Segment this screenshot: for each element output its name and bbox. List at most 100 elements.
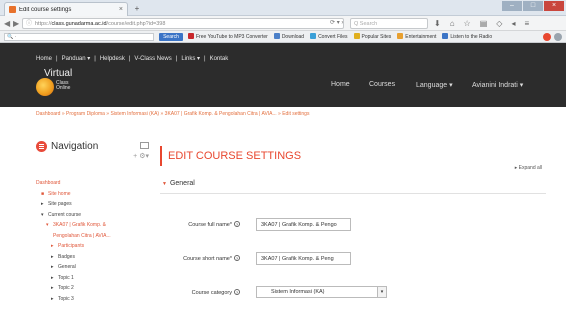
navigation-menu-icon bbox=[36, 141, 47, 152]
field-label-text: Course category bbox=[191, 290, 232, 296]
toolbar-item[interactable]: Download bbox=[273, 33, 304, 41]
minimize-button[interactable]: – bbox=[502, 1, 522, 11]
site-info-icon[interactable]: ⓘ bbox=[26, 21, 32, 27]
menu-separator: | bbox=[128, 56, 131, 62]
top-menu-item[interactable]: Panduan ▾ bbox=[62, 56, 91, 62]
site-logo[interactable]: Virtual Class Online bbox=[36, 68, 96, 98]
toolbar-search-input[interactable]: 🔍 · bbox=[4, 33, 154, 41]
download-icon[interactable]: ⬇ bbox=[434, 18, 441, 29]
help-icon[interactable]: ? bbox=[234, 255, 240, 261]
nav-home-link[interactable]: Home bbox=[331, 81, 350, 88]
bookmark-star-icon[interactable]: ☆ bbox=[464, 18, 471, 29]
nav-tree-item[interactable]: ■ Site home bbox=[36, 189, 153, 200]
nav-language-menu[interactable]: Language ▾ bbox=[416, 81, 453, 89]
dropdown-arrow-icon[interactable]: ▾ bbox=[377, 287, 386, 297]
collapsed-arrow-icon: ▸ bbox=[51, 295, 54, 302]
forward-arrow-icon[interactable]: ▶ bbox=[13, 18, 19, 29]
back-arrow-icon[interactable]: ◀ bbox=[4, 18, 10, 29]
nav-tree-label: Participants bbox=[58, 243, 85, 249]
bullet-icon: ■ bbox=[41, 190, 45, 197]
browser-tab[interactable]: Edit course settings × bbox=[4, 2, 128, 16]
toolbar-item-icon bbox=[310, 33, 317, 39]
nav-tree-item[interactable]: Dashboard bbox=[36, 178, 153, 189]
toolbar-item[interactable]: Convert Files bbox=[310, 33, 348, 41]
red-circle-icon[interactable] bbox=[543, 33, 551, 41]
toolbar-search-button[interactable]: Search bbox=[159, 33, 183, 41]
window-controls: – □ × bbox=[502, 1, 564, 11]
nav-tree-item[interactable]: Pengolahan Citra | AVIA... bbox=[36, 231, 153, 242]
nav-tree-item[interactable]: ▾ Current course bbox=[36, 210, 153, 221]
navigation-tree: Dashboard ■ Site home ▸ Site pages ▾ Current c… bbox=[36, 178, 153, 304]
nav-tree-label: Topic 3 bbox=[58, 295, 74, 302]
nav-courses-link[interactable]: Courses bbox=[369, 81, 395, 88]
toolbar-item-label: Convert Files bbox=[318, 34, 348, 40]
toolbar-item[interactable]: Free YouTube to MP3 Converter bbox=[188, 33, 268, 41]
nav-tree-label: Dashboard bbox=[36, 180, 61, 186]
toolbar-item-label: Popular Sites bbox=[361, 34, 392, 40]
new-tab-button[interactable]: + bbox=[132, 5, 142, 14]
nav-tree-item[interactable]: ▸ Site pages bbox=[36, 199, 153, 210]
top-menu-item[interactable]: Helpdesk bbox=[100, 56, 125, 62]
menu-icon[interactable]: ≡ bbox=[524, 18, 529, 29]
collapsed-arrow-icon: ▸ bbox=[41, 201, 44, 207]
home-icon[interactable]: ⌂ bbox=[450, 18, 455, 29]
collapsed-arrow-icon: ▸ bbox=[51, 253, 54, 260]
expand-all-link[interactable]: ▸ Expand all bbox=[515, 165, 542, 171]
nav-tree-item[interactable]: ▸ Participants bbox=[36, 241, 153, 252]
nav-tree-label: Topic 2 bbox=[58, 285, 74, 291]
toolbar-item[interactable]: Listen to the Radio bbox=[442, 33, 492, 41]
toolbar-item-icon bbox=[397, 33, 404, 39]
library-icon[interactable]: ▤ bbox=[480, 18, 488, 29]
menu-separator: | bbox=[175, 56, 178, 62]
help-icon[interactable]: ? bbox=[234, 221, 240, 227]
section-divider bbox=[160, 174, 546, 194]
top-menu-item[interactable]: Kontak bbox=[210, 56, 229, 62]
nav-tree-item[interactable]: ▸ Badges bbox=[36, 252, 153, 263]
top-menu-item[interactable]: Links ▾ bbox=[181, 56, 200, 62]
url-host: class.gunadarma.ac.id bbox=[51, 21, 107, 27]
maximize-button[interactable]: □ bbox=[523, 1, 543, 11]
course-short-name-input[interactable]: 3KA07 | Grafik Komp. & Peng bbox=[256, 252, 351, 265]
close-window-button[interactable]: × bbox=[544, 1, 564, 11]
toolbar-right-icons bbox=[543, 33, 562, 41]
toolbar-item-icon bbox=[273, 33, 280, 39]
checkmark-icon[interactable] bbox=[554, 33, 562, 41]
field-label: Course full name*? bbox=[188, 221, 240, 228]
nav-tree-label: Badges bbox=[58, 253, 75, 260]
toolbar-item[interactable]: Popular Sites bbox=[353, 33, 392, 41]
top-menu-item[interactable]: Home bbox=[36, 56, 52, 62]
moodle-favicon-icon bbox=[9, 6, 16, 13]
help-icon[interactable]: ? bbox=[234, 289, 240, 295]
nav-tree-item[interactable]: ▾ 3KA07 | Grafik Komp. & bbox=[36, 220, 153, 231]
pocket-icon[interactable]: ◇ bbox=[496, 18, 502, 29]
logo-text-virtual: Virtual bbox=[44, 68, 73, 79]
url-prefix: https:// bbox=[35, 21, 52, 27]
toolbar-item-label: Entertainment bbox=[405, 34, 437, 40]
course-full-name-input[interactable]: 3KA07 | Grafik Komp. & Pengo bbox=[256, 218, 351, 231]
course-category-select[interactable]: Sistem Informasi (KA) ▾ bbox=[256, 286, 387, 298]
section-general-header[interactable]: ▼ General bbox=[162, 180, 195, 187]
nav-tree-item[interactable]: ▸ General bbox=[36, 262, 153, 273]
browser-search-box[interactable]: Q Search bbox=[350, 18, 428, 29]
close-tab-icon[interactable]: × bbox=[119, 6, 123, 13]
toolbar-items: Free YouTube to MP3 Converter Download Con… bbox=[188, 33, 492, 41]
send-icon[interactable]: ◂ bbox=[511, 18, 515, 29]
block-actions-gear-icon[interactable]: + ⚙▾ bbox=[133, 152, 149, 160]
top-menu-item[interactable]: V-Class News bbox=[134, 56, 171, 62]
menu-separator: | bbox=[94, 56, 96, 62]
nav-user-menu[interactable]: Avianini Indrati ▾ bbox=[472, 81, 523, 89]
collapsed-arrow-icon: ▸ bbox=[51, 264, 54, 270]
nav-tree-item[interactable]: ▸ Topic 3 bbox=[36, 294, 153, 305]
section-toggle-icon: ▼ bbox=[162, 181, 167, 187]
form-row: Course category? Sistem Informasi (KA) ▾ bbox=[160, 286, 480, 300]
nav-tree-label: Site home bbox=[48, 190, 71, 197]
field-label-text: Course short name* bbox=[183, 256, 232, 262]
breadcrumb[interactable]: Dashboard » Program Diploma » Sistem Inf… bbox=[36, 111, 309, 117]
toolbar-item[interactable]: Entertainment bbox=[397, 33, 436, 41]
field-label: Course category? bbox=[192, 289, 240, 296]
dock-block-icon[interactable] bbox=[140, 142, 149, 149]
address-bar[interactable]: ⓘ https://class.gunadarma.ac.id/course/e… bbox=[22, 18, 344, 29]
nav-tree-item[interactable]: ▸ Topic 1 bbox=[36, 273, 153, 284]
reload-icon[interactable]: ⟳ ▾ › bbox=[330, 18, 343, 29]
nav-tree-item[interactable]: ▸ Topic 2 bbox=[36, 283, 153, 294]
